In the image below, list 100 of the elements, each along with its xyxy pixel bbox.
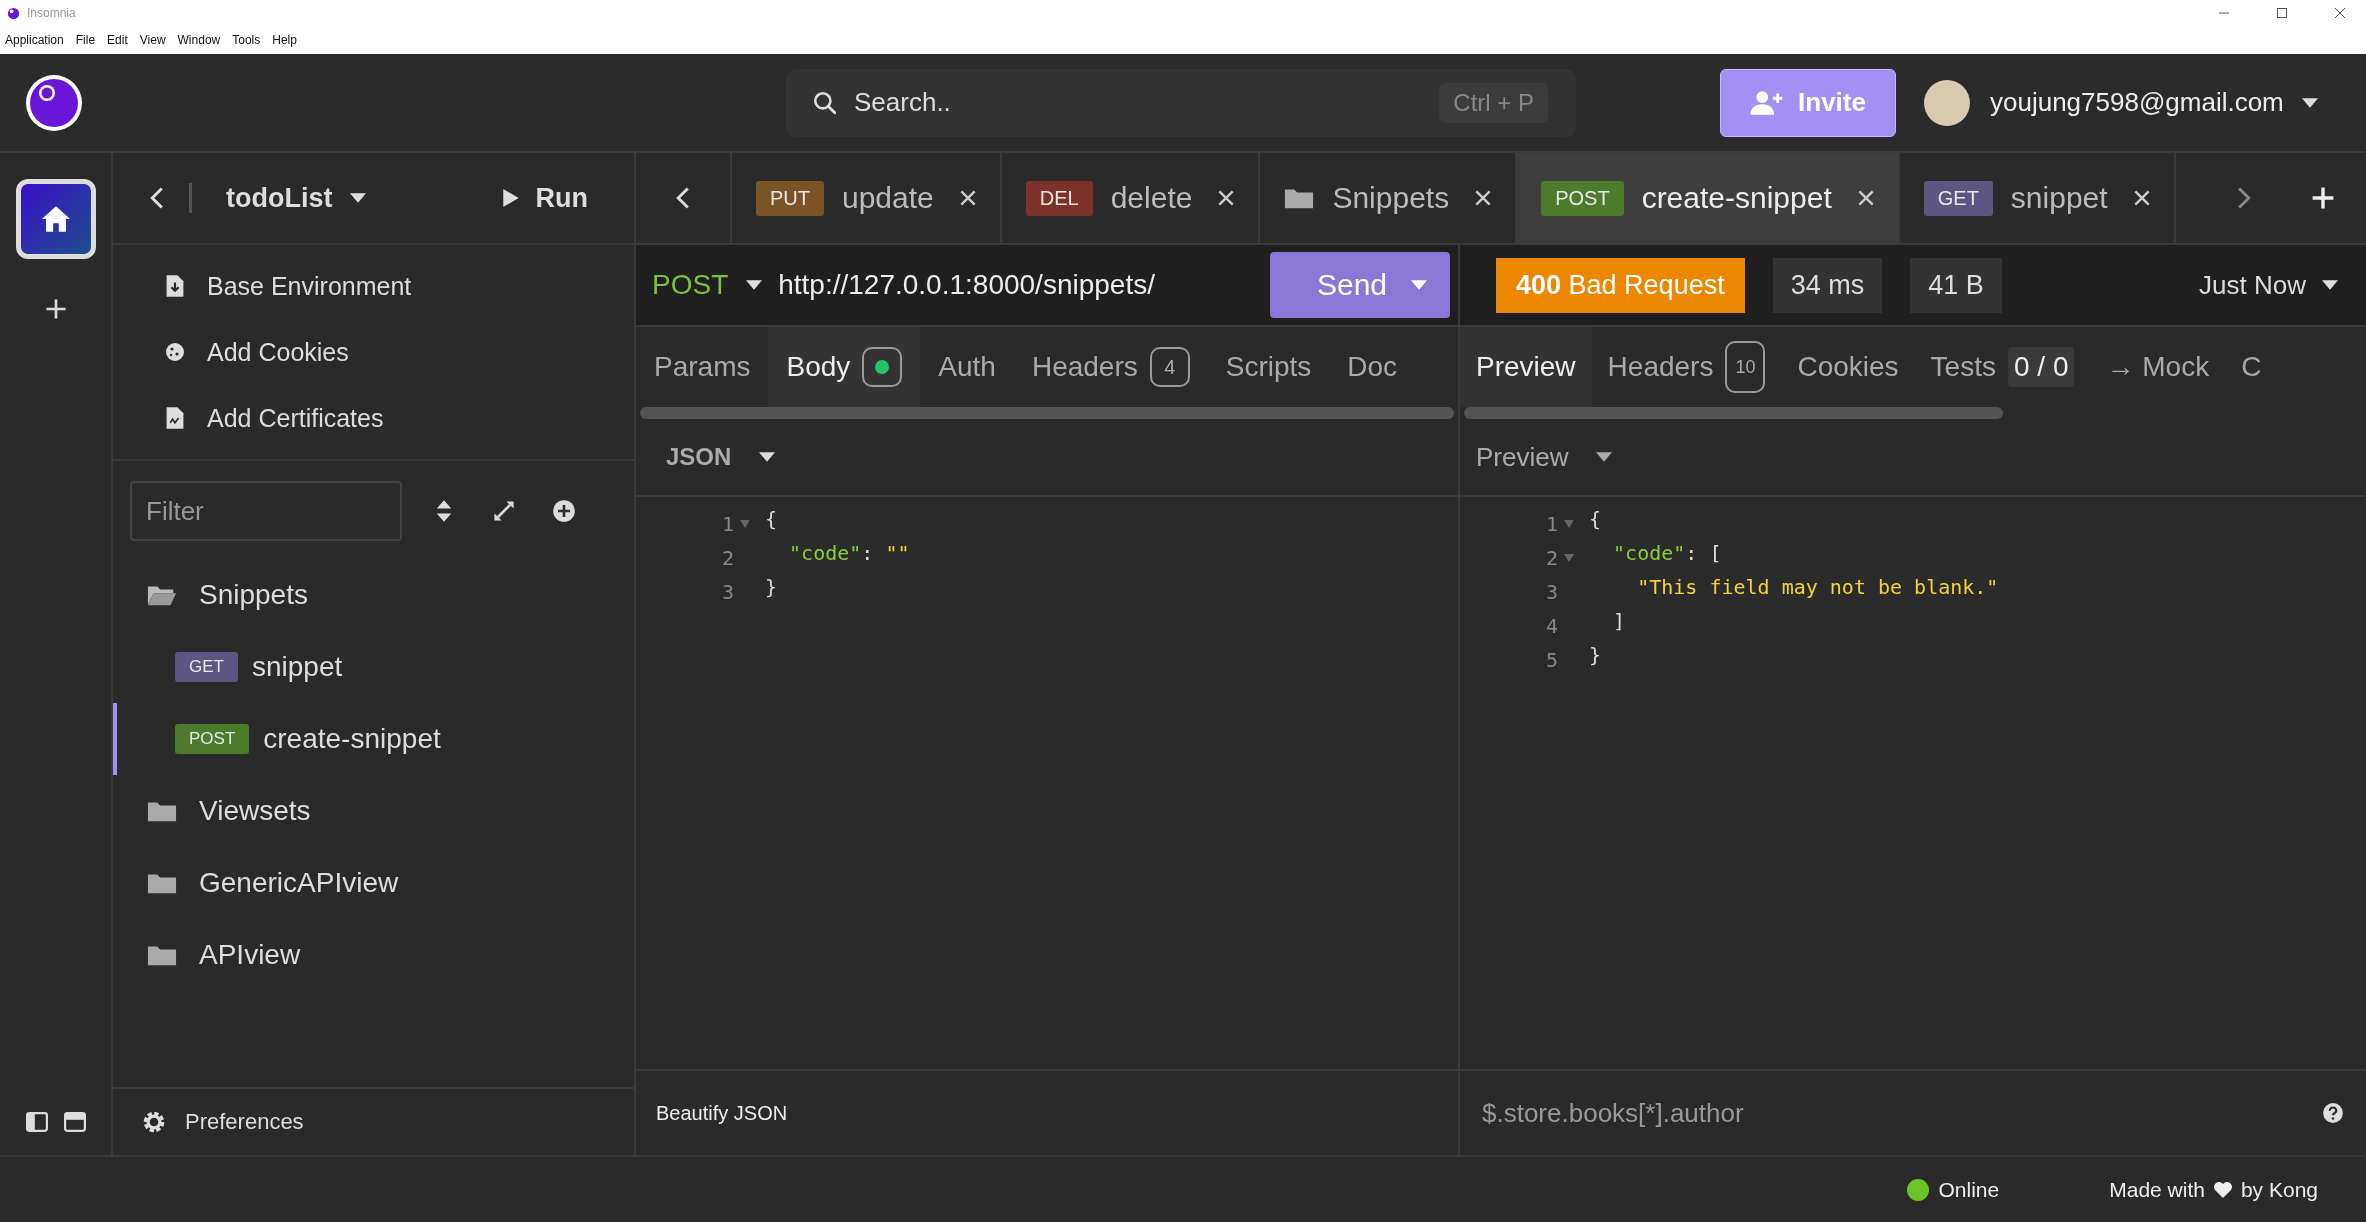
credit-text: Made with (2109, 1177, 2205, 1202)
request-tab[interactable]: DEL delete (1001, 153, 1261, 243)
response-section-tab[interactable]: Cookies (1781, 327, 1915, 407)
code-line: } (1589, 643, 1603, 669)
menu-item[interactable]: File (75, 33, 96, 47)
help-icon[interactable] (2322, 1102, 2344, 1124)
code-line: "This field may not be blank." (1636, 575, 2000, 601)
response-section-tab[interactable]: Tests 0 / 0 (1914, 327, 2091, 407)
method-tag: GET (175, 652, 238, 682)
search-input[interactable]: Search.. (852, 86, 1440, 119)
fold-icon[interactable] (740, 520, 750, 528)
add-circle-icon[interactable] (552, 499, 576, 523)
home-button[interactable] (15, 179, 96, 259)
sidebar-link[interactable]: Add Certificates (207, 403, 384, 433)
code-line: { (765, 507, 779, 533)
preferences-link[interactable]: Preferences (185, 1109, 304, 1135)
add-icon[interactable] (43, 297, 68, 321)
play-icon (501, 187, 520, 209)
line-number: 2 (1545, 546, 1558, 570)
tab-label: snippet (2010, 181, 2108, 215)
code-line: "code": "" (788, 541, 911, 567)
request-section-tab[interactable]: Auth (920, 327, 1014, 407)
add-user-icon (1750, 89, 1785, 116)
request-tab[interactable]: POST create-snippet (1517, 153, 1900, 243)
request-item[interactable]: POST create-snippet (113, 703, 634, 775)
response-filter-field[interactable]: $.store.books[*].author (1480, 1096, 2322, 1130)
count-badge: 10 (1725, 341, 1766, 393)
request-item[interactable]: GET snippet (113, 631, 634, 703)
tab-label: → Mock (2106, 351, 2210, 383)
tab-label: Body (786, 351, 851, 383)
user-email[interactable]: youjung7598@gmail.com (1990, 87, 2284, 118)
request-section-tab[interactable]: Scripts (1207, 327, 1330, 407)
project-name[interactable]: todoList (226, 182, 333, 214)
avatar[interactable] (1924, 79, 1970, 126)
request-section-tab[interactable]: Doc (1329, 327, 1416, 407)
menu-item[interactable]: Application (5, 33, 64, 47)
beautify-button[interactable]: Beautify JSON (656, 1101, 788, 1125)
search-icon (812, 89, 838, 116)
caret-icon[interactable] (746, 280, 763, 290)
folder-item[interactable]: Snippets (199, 579, 308, 611)
request-tab[interactable]: GET snippet (1899, 153, 2176, 243)
request-section-tab[interactable]: Body (768, 327, 921, 407)
method-tag: GET (1923, 180, 1993, 216)
menu-item[interactable]: Help (272, 33, 297, 47)
add-icon[interactable] (2310, 185, 2336, 211)
url-field[interactable]: http://127.0.0.1:8000/snippets/ (778, 269, 1155, 301)
tab-label: Params (654, 351, 751, 383)
time-badge: 34 ms (1772, 257, 1883, 313)
back-icon[interactable] (149, 186, 165, 210)
code-line: ] (1612, 609, 1627, 635)
history-selector[interactable]: Just Now (2199, 269, 2306, 301)
caret-icon[interactable] (759, 452, 776, 462)
run-button[interactable]: Run (495, 181, 594, 215)
menu-item[interactable]: Tools (232, 33, 261, 47)
preview-mode-selector[interactable]: Preview (1476, 441, 1569, 473)
sidebar-link[interactable]: Add Cookies (207, 337, 349, 367)
maximize-icon[interactable] (2276, 7, 2288, 19)
send-button[interactable]: Send (1270, 252, 1450, 318)
menu-item[interactable]: Window (177, 33, 221, 47)
fold-icon[interactable] (1564, 520, 1574, 528)
folder-item[interactable]: APIview (199, 939, 301, 971)
response-section-tab[interactable]: Preview (1460, 327, 1592, 407)
tab-label: Auth (938, 351, 996, 383)
code-line: } (765, 575, 779, 601)
caret-icon[interactable] (350, 193, 367, 203)
close-icon[interactable] (2334, 7, 2346, 19)
caret-icon[interactable] (1596, 452, 1613, 462)
sidebar-toggle-icon[interactable] (25, 1111, 48, 1133)
request-tab[interactable]: PUT update (732, 153, 1002, 243)
scrollbar[interactable] (640, 407, 1454, 419)
app-logo-icon[interactable] (24, 72, 84, 133)
forward-icon[interactable] (2236, 186, 2252, 210)
caret-icon[interactable] (2322, 280, 2338, 290)
line-number: 1 (721, 512, 734, 536)
request-section-tab[interactable]: Headers 4 (1013, 327, 1208, 407)
response-section-tab[interactable]: → Mock (2090, 327, 2226, 407)
method-selector[interactable]: POST (652, 269, 729, 301)
settings-icon (141, 1109, 167, 1135)
response-section-tab[interactable]: Headers 10 (1591, 327, 1782, 407)
menu-item[interactable]: View (139, 33, 166, 47)
scrollbar[interactable] (1464, 407, 2003, 419)
fold-icon[interactable] (1564, 554, 1574, 562)
certificate-file-icon (165, 406, 185, 430)
caret-icon[interactable] (2301, 97, 2318, 108)
back-icon[interactable] (675, 186, 691, 210)
folder-item[interactable]: GenericAPIview (199, 867, 399, 899)
status-badge: 400 Bad Request (1496, 257, 1745, 313)
menu-item[interactable]: Edit (107, 33, 128, 47)
response-section-tab[interactable]: C (2225, 327, 2278, 407)
panel-toggle-icon[interactable] (63, 1111, 86, 1133)
code-line: { (1589, 507, 1603, 533)
cookie-icon (165, 340, 185, 364)
sidebar-link[interactable]: Base Environment (207, 271, 412, 301)
line-number: 5 (1545, 648, 1558, 672)
filter-field[interactable]: Filter (130, 481, 402, 541)
expand-icon[interactable] (492, 499, 516, 523)
body-type-selector[interactable]: JSON (666, 443, 732, 471)
folder-item[interactable]: Viewsets (199, 795, 311, 827)
tab-label: delete (1110, 181, 1193, 215)
request-section-tab[interactable]: Params (636, 327, 769, 407)
